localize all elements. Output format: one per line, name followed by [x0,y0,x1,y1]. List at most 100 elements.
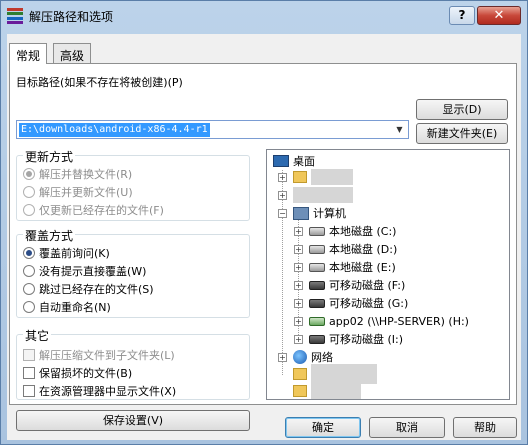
checkbox-icon[interactable] [23,385,35,397]
radio-selected-icon[interactable] [23,168,35,180]
update-mode-title: 更新方式 [23,148,76,165]
option-label: 解压并更新文件(U) [39,186,133,199]
tree-node-label: app02 (\\HP-SERVER) (H:) [329,314,469,328]
redacted-area [311,169,353,185]
tree-node-drive-g[interactable]: 可移动磁盘 (G:) [309,295,408,311]
update-mode-group: 更新方式 解压并替换文件(R) 解压并更新文件(U) 仅更新已经存在的文件(F) [16,148,250,221]
expand-icon[interactable]: + [294,335,303,344]
misc-group: 其它 解压压缩文件到子文件夹(L) 保留损坏的文件(B) 在资源管理器中显示文件… [16,327,250,400]
removable-drive-icon [309,298,325,308]
misc-option-subfolder[interactable]: 解压压缩文件到子文件夹(L) [23,347,175,363]
update-option-update[interactable]: 解压并更新文件(U) [23,184,133,200]
help-button[interactable]: 帮助 [453,417,517,438]
hard-drive-icon [309,262,325,272]
update-option-replace[interactable]: 解压并替换文件(R) [23,166,132,182]
tree-node-drive-d[interactable]: 本地磁盘 (D:) [309,241,397,257]
tab-advanced[interactable]: 高级 [53,43,92,63]
redacted-area [293,187,353,203]
network-drive-icon [309,316,325,326]
tree-node-drive-h[interactable]: app02 (\\HP-SERVER) (H:) [309,313,469,329]
radio-icon[interactable] [23,204,35,216]
misc-title: 其它 [23,327,52,344]
new-folder-button[interactable]: 新建文件夹(E) [416,123,508,144]
tree-node-folder[interactable] [293,366,311,382]
hard-drive-icon [309,244,325,254]
title-help-button[interactable]: ? [449,6,475,25]
tree-node-drive-c[interactable]: 本地磁盘 (C:) [309,223,396,239]
expand-icon[interactable]: + [278,353,287,362]
tree-node-folder[interactable] [293,383,311,399]
tab-panel: 目标路径(如果不存在将被创建)(P) E:\downloads\android-… [9,63,517,431]
overwrite-mode-group: 覆盖方式 覆盖前询问(K) 没有提示直接覆盖(W) 跳过已经存在的文件(S) 自… [16,227,250,318]
expand-icon[interactable]: + [294,245,303,254]
network-globe-icon [293,350,307,364]
overwrite-option-rename[interactable]: 自动重命名(N) [23,299,111,315]
tree-node-drive-f[interactable]: 可移动磁盘 (F:) [309,277,405,293]
window-title: 解压路径和选项 [29,10,114,24]
expand-icon[interactable]: + [294,281,303,290]
hard-drive-icon [309,226,325,236]
option-label: 跳过已经存在的文件(S) [39,283,154,296]
folder-tree[interactable]: 桌面 + 库 + − 计算机 + 本地磁盘 (C:) [266,149,510,400]
target-path-label: 目标路径(如果不存在将被创建)(P) [16,76,183,89]
radio-selected-icon[interactable] [23,247,35,259]
expand-icon[interactable]: + [278,173,287,182]
checkbox-icon[interactable] [23,349,35,361]
cancel-button[interactable]: 取消 [369,417,445,438]
tree-node-label: 本地磁盘 (E:) [329,261,396,274]
tree-node-label: 本地磁盘 (D:) [329,243,398,256]
expand-icon[interactable]: + [294,263,303,272]
removable-drive-icon [309,334,325,344]
show-button[interactable]: 显示(D) [416,99,508,120]
option-label: 仅更新已经存在的文件(F) [39,204,164,217]
overwrite-option-ask[interactable]: 覆盖前询问(K) [23,245,110,261]
radio-icon[interactable] [23,265,35,277]
icon-stripe [7,16,23,20]
icon-stripe [7,8,23,11]
expand-icon[interactable]: + [294,227,303,236]
chevron-down-icon[interactable]: ▼ [392,122,407,137]
update-option-existing-only[interactable]: 仅更新已经存在的文件(F) [23,202,164,218]
overwrite-option-skip[interactable]: 跳过已经存在的文件(S) [23,281,154,297]
folder-icon [293,385,307,397]
target-path-combobox[interactable]: E:\downloads\android-x86-4.4-r1 ▼ [16,120,409,139]
removable-drive-icon [309,280,325,290]
expand-icon[interactable]: + [278,191,287,200]
option-label: 覆盖前询问(K) [39,247,110,260]
tree-node-label: 桌面 [293,155,315,168]
tree-node-label: 本地磁盘 (C:) [329,225,397,238]
tree-node-drive-i[interactable]: 可移动磁盘 (I:) [309,331,403,347]
close-button[interactable]: ✕ [477,6,521,25]
misc-option-show-explorer[interactable]: 在资源管理器中显示文件(X) [23,383,176,399]
expand-icon[interactable]: + [294,317,303,326]
expand-icon[interactable]: + [294,299,303,308]
save-settings-button[interactable]: 保存设置(V) [16,410,250,431]
tab-general[interactable]: 常规 [9,43,48,64]
checkbox-icon[interactable] [23,367,35,379]
folder-icon [293,368,307,380]
tree-node-label: 可移动磁盘 (I:) [329,333,404,346]
tree-node-network[interactable]: 网络 [293,349,333,365]
radio-icon[interactable] [23,301,35,313]
dialog-body: 常规 高级 目标路径(如果不存在将被创建)(P) E:\downloads\an… [7,34,521,440]
option-label: 在资源管理器中显示文件(X) [39,385,177,398]
overwrite-option-silent[interactable]: 没有提示直接覆盖(W) [23,263,146,279]
title-bar[interactable]: 解压路径和选项 ? ✕ [1,1,527,31]
computer-icon [293,206,309,220]
misc-option-keep-broken[interactable]: 保留损坏的文件(B) [23,365,132,381]
icon-stripe [7,12,23,16]
desktop-icon [273,155,289,167]
icon-stripe [7,20,23,24]
tree-node-label: 可移动磁盘 (G:) [329,297,409,310]
overwrite-mode-title: 覆盖方式 [23,227,76,244]
tree-node-computer[interactable]: 计算机 [293,205,346,221]
winrar-icon [7,8,23,24]
radio-icon[interactable] [23,283,35,295]
collapse-icon[interactable]: − [278,209,287,218]
option-label: 解压压缩文件到子文件夹(L) [39,349,175,362]
ok-button[interactable]: 确定 [285,417,361,438]
radio-icon[interactable] [23,186,35,198]
tree-node-desktop[interactable]: 桌面 [273,153,315,169]
tree-node-drive-e[interactable]: 本地磁盘 (E:) [309,259,396,275]
target-path-value[interactable]: E:\downloads\android-x86-4.4-r1 [19,123,210,137]
